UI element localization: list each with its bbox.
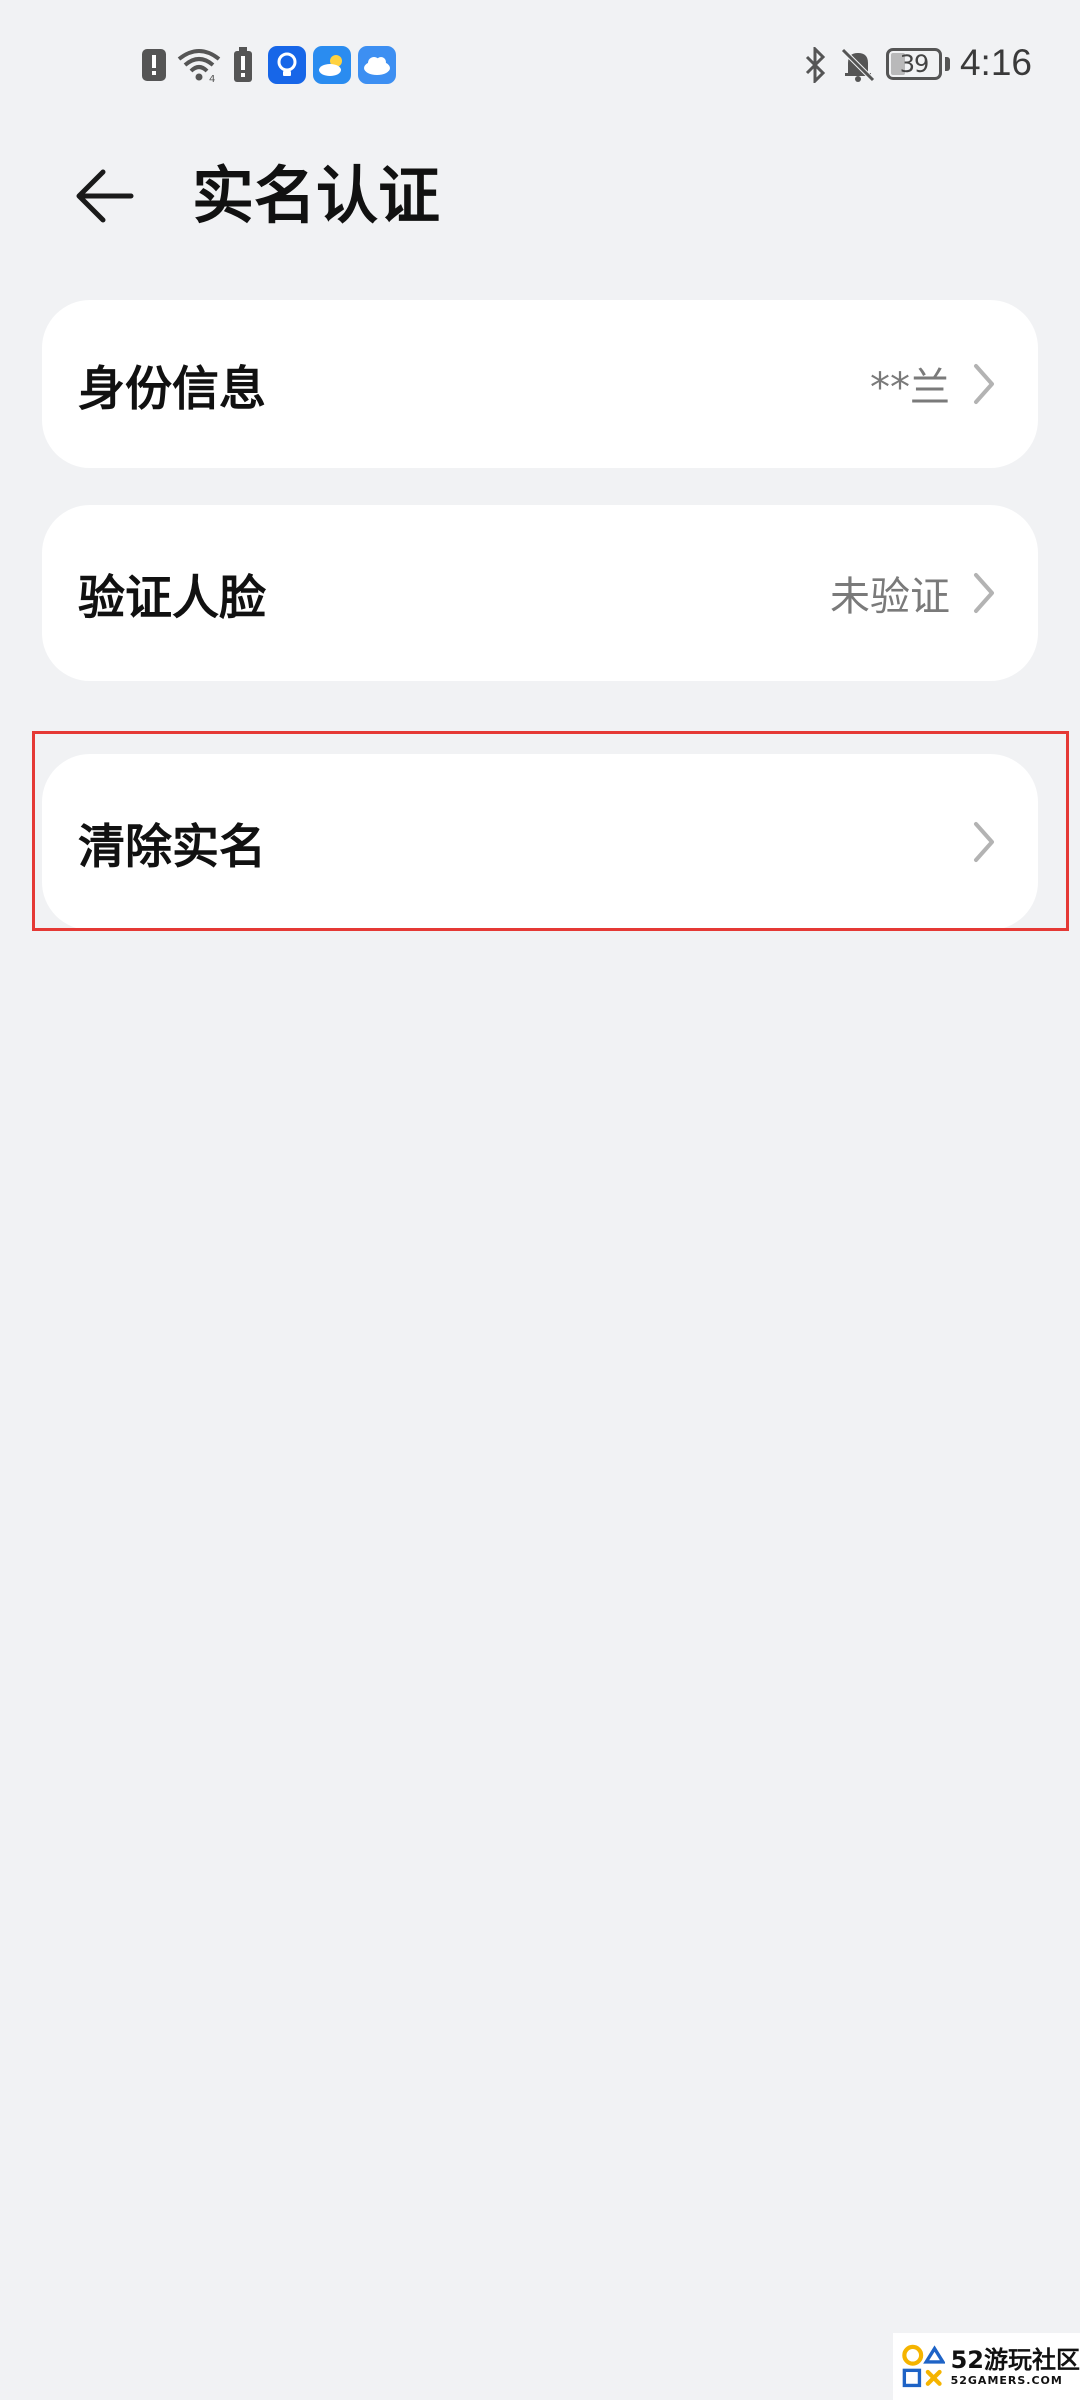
bell-off-icon	[838, 46, 878, 84]
gamers-logo-icon	[902, 2344, 945, 2387]
weather-app-icon	[313, 46, 351, 84]
arrow-left-icon	[76, 169, 134, 223]
battery-alert-icon	[232, 46, 254, 84]
chevron-right-icon	[970, 361, 998, 407]
item-label: 身份信息	[78, 361, 266, 417]
bluetooth-icon	[800, 46, 830, 84]
face-verification-item[interactable]: 验证人脸 未验证	[42, 505, 1038, 681]
item-label: 清除实名	[78, 819, 266, 875]
alert-icon	[140, 46, 168, 84]
item-label: 验证人脸	[78, 570, 266, 626]
battery-level: 39	[899, 50, 930, 78]
status-bar: 4 39 4:16	[0, 0, 1080, 130]
chevron-right-icon	[970, 819, 998, 865]
wifi-icon: 4	[176, 46, 222, 84]
page-title: 实名认证	[192, 159, 441, 232]
back-button[interactable]	[66, 158, 142, 234]
status-time: 4:16	[959, 42, 1032, 83]
title-bar: 实名认证	[0, 140, 1080, 250]
battery-indicator: 39	[886, 48, 942, 80]
app-light-icon	[268, 46, 306, 84]
item-value: **兰	[870, 365, 950, 411]
cloud-app-icon	[358, 46, 396, 84]
watermark-subtitle: 52GAMERS.COM	[950, 2374, 1063, 2387]
identity-info-item[interactable]: 身份信息 **兰	[42, 300, 1038, 468]
watermark: 52游玩社区 52GAMERS.COM	[893, 2333, 1080, 2400]
watermark-title: 52游玩社区	[950, 2346, 1080, 2374]
item-value: 未验证	[830, 574, 950, 620]
battery-tip	[945, 57, 950, 71]
chevron-right-icon	[970, 570, 998, 616]
svg-text:4: 4	[209, 74, 215, 83]
clear-real-name-item[interactable]: 清除实名	[42, 754, 1038, 930]
